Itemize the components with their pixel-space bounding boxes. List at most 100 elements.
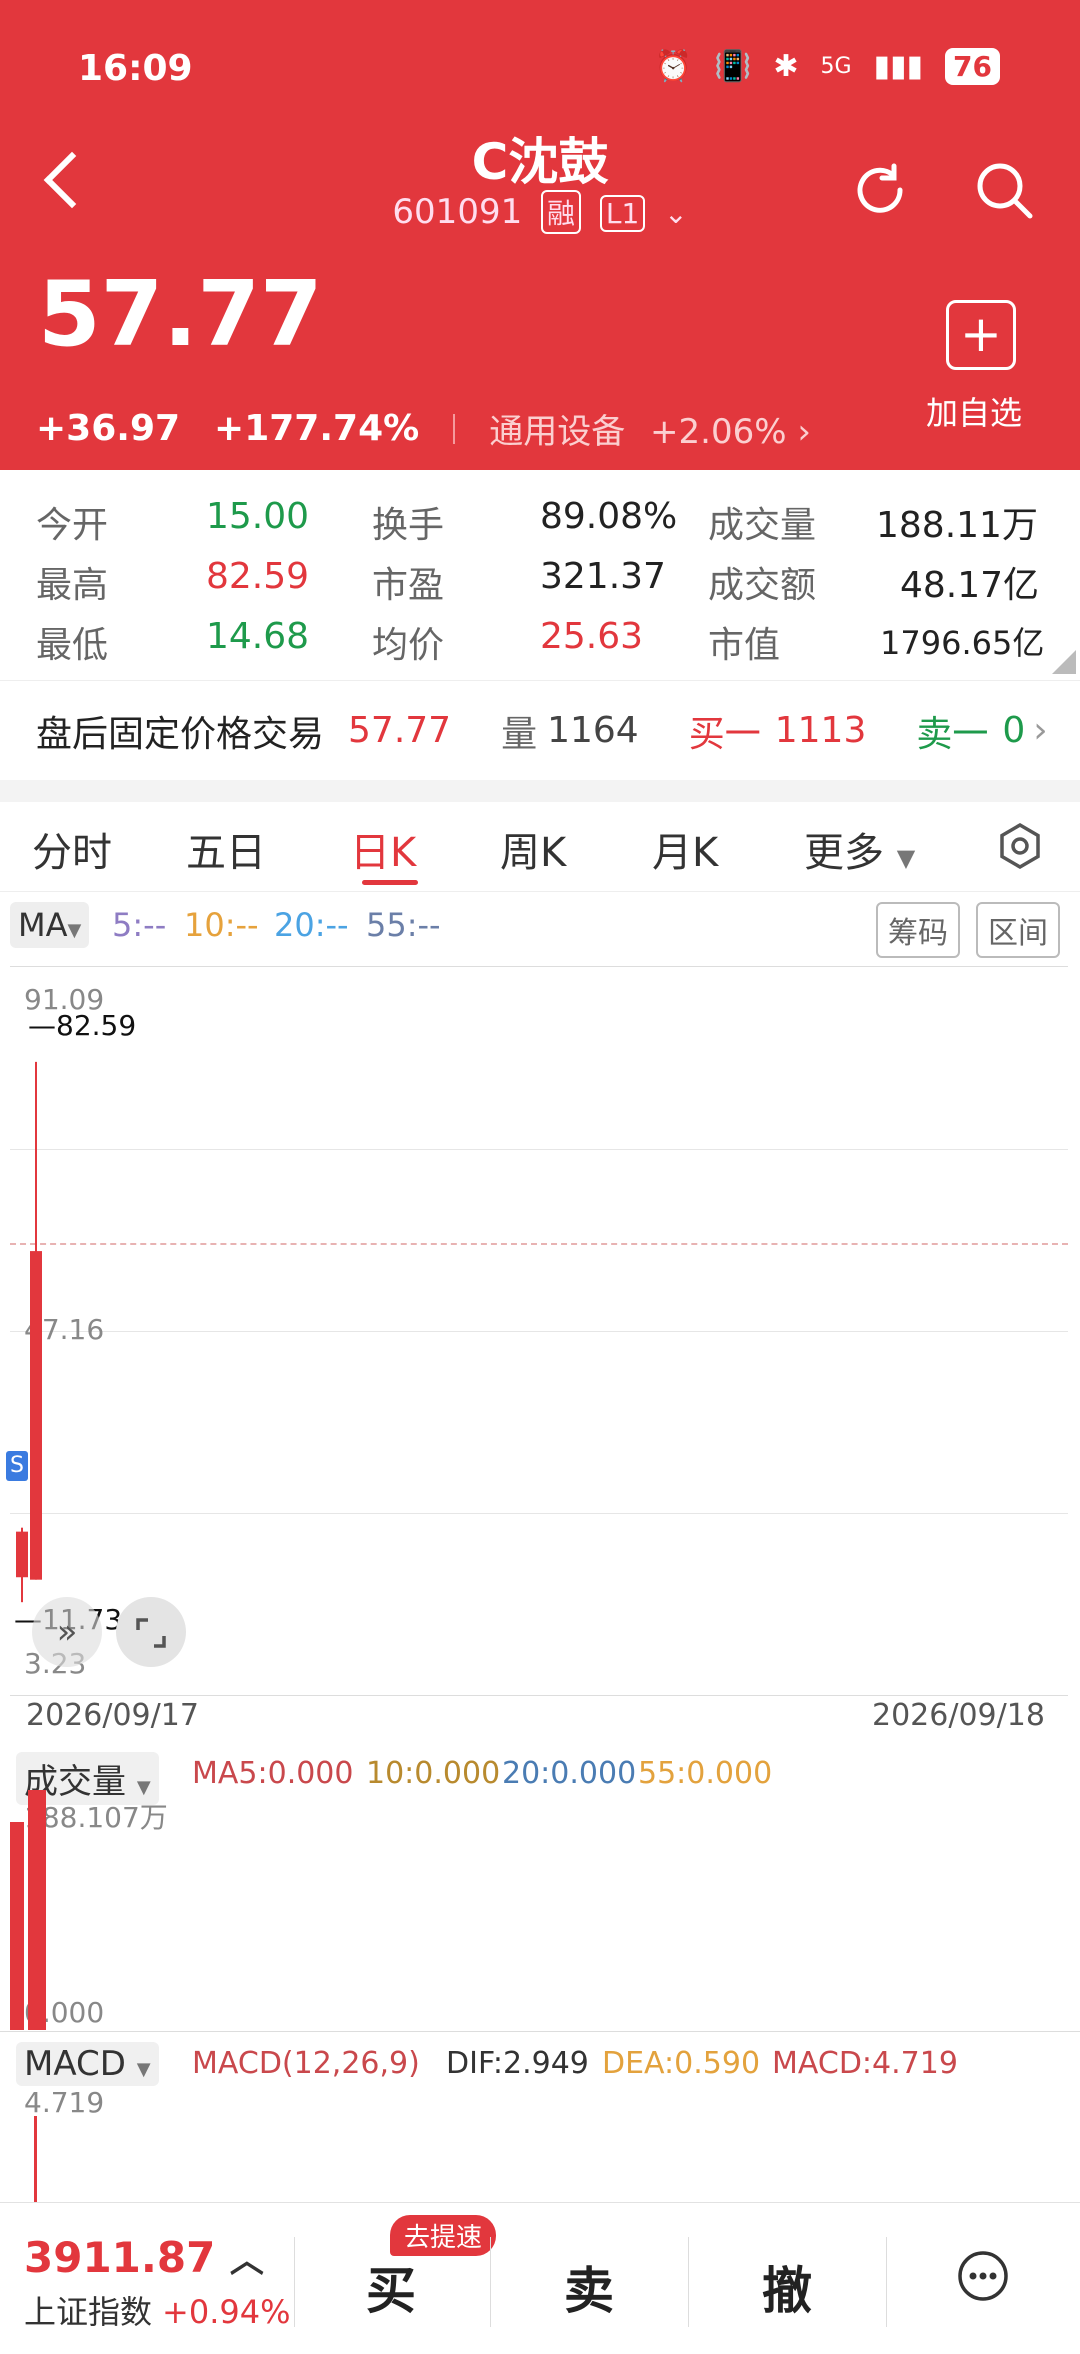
divider — [688, 2237, 689, 2327]
pe-value: 321.37 — [540, 556, 666, 597]
fullscreen-icon[interactable] — [116, 1597, 186, 1667]
ma-label: MA — [18, 906, 68, 944]
battery-indicator: 76 — [945, 48, 1000, 85]
caret-down-icon: ▼ — [136, 1777, 151, 1798]
tab-daily-k[interactable]: 日K — [350, 820, 416, 878]
range-button[interactable]: 区间 — [976, 902, 1060, 958]
expand-corner-icon[interactable] — [1052, 650, 1076, 674]
price-change-pct: +177.74% — [214, 408, 420, 449]
vol-ma10: 10:0.000 — [366, 1756, 501, 1791]
chevron-down-icon: ⌄ — [664, 197, 688, 230]
pe-label: 市盈 — [372, 565, 445, 606]
sell-button[interactable]: 卖 — [564, 2251, 614, 2323]
bluetooth-icon: ✱ — [773, 49, 799, 84]
chart-tabs: 分时 五日 日K 周K 月K 更多 ▼ — [0, 802, 1080, 892]
macd-params: MACD(12,26,9) — [192, 2046, 420, 2081]
more-icon[interactable] — [956, 2249, 1010, 2303]
candle-body — [16, 1531, 28, 1578]
bid-value: 1113 — [774, 710, 867, 751]
ma-selector[interactable]: MA▼ — [10, 902, 90, 948]
high-label: 最高 — [36, 565, 109, 606]
turnover-value: 89.08% — [540, 496, 678, 537]
amount-label: 成交额 — [708, 565, 817, 606]
current-price: 57.77 — [38, 262, 323, 367]
postmarket-price: 57.77 — [348, 710, 452, 751]
active-tab-indicator — [362, 880, 418, 885]
divider — [490, 2237, 491, 2327]
fast-forward-icon[interactable]: » — [32, 1597, 102, 1667]
signal-label: 5G — [820, 54, 852, 79]
add-watchlist-button[interactable]: + — [946, 300, 1016, 370]
vol-ma20: 20:0.000 — [502, 1756, 637, 1791]
macd-value: MACD:4.719 — [772, 2046, 958, 2081]
mcap-value: 1796.65亿 — [880, 624, 1045, 662]
stock-code: 601091 — [392, 192, 523, 232]
index-name: 上证指数 — [24, 2293, 153, 2331]
index-value-text: 3911.87 — [24, 2233, 216, 2282]
margin-tag: 融 — [541, 190, 582, 234]
amount-value: 48.17亿 — [900, 565, 1040, 606]
tab-more[interactable]: 更多 ▼ — [804, 820, 915, 878]
divider — [886, 2237, 887, 2327]
ma20-value: 20:-- — [274, 906, 349, 944]
tab-weekly-k[interactable]: 周K — [500, 820, 566, 878]
postmarket-label: 盘后固定价格交易 — [36, 713, 325, 755]
index-value: 3911.87 ︿ — [24, 2233, 264, 2282]
chip-distribution-button[interactable]: 筹码 — [876, 902, 960, 958]
high-value: 82.59 — [206, 556, 310, 597]
postmarket-vol-label: 量 — [501, 713, 538, 755]
ma55-value: 55:-- — [366, 906, 441, 944]
macd-selector[interactable]: MACD ▼ — [16, 2042, 159, 2086]
cancel-order-button[interactable]: 撤 — [762, 2251, 812, 2323]
mcap-label: 市值 — [708, 625, 781, 666]
tab-intraday[interactable]: 分时 — [32, 820, 112, 878]
status-icons: ⏰ 📳 ✱ 5G ▮▮▮ 76 — [655, 48, 1000, 85]
refresh-icon[interactable] — [848, 158, 912, 222]
tab-monthly-k[interactable]: 月K — [652, 820, 718, 878]
ma5-value: 5:-- — [112, 906, 167, 944]
candles — [16, 1061, 42, 1603]
volume-bar — [28, 1790, 46, 2030]
macd-dif: DIF:2.949 — [446, 2046, 589, 2081]
kline-chart[interactable]: 91.09 47.16 3.23 —82.59 —11.73 S » — [6, 966, 1068, 1696]
add-watchlist-label[interactable]: 加自选 — [926, 388, 1022, 434]
index-pct: +0.94% — [162, 2293, 291, 2331]
settings-icon[interactable] — [996, 822, 1044, 870]
industry-name: 通用设备 — [489, 412, 626, 452]
vol-ma55: 55:0.000 — [638, 1756, 773, 1791]
section-divider — [0, 780, 1080, 802]
ma-indicator-row: MA▼ 5:-- 10:-- 20:-- 55:-- 筹码 区间 — [0, 892, 1080, 964]
tab-more-label: 更多 — [804, 830, 884, 876]
stock-code-row[interactable]: 601091 融 L1 ⌄ — [0, 190, 1080, 234]
caret-down-icon: ▼ — [896, 844, 916, 872]
candle-body — [30, 1251, 42, 1580]
macd-panel[interactable]: MACD ▼ MACD(12,26,9) DIF:2.949 DEA:0.590… — [0, 2032, 1080, 2202]
open-value: 15.00 — [206, 496, 310, 537]
vol-ma5: MA5:0.000 — [192, 1756, 354, 1791]
search-icon[interactable] — [972, 158, 1036, 222]
high-marker-value: 82.59 — [56, 1009, 137, 1042]
chevron-right-icon: › — [1033, 710, 1048, 751]
quote-stats: 今开 15.00 最高 82.59 最低 14.68 换手 89.08% 市盈 … — [0, 470, 1080, 680]
status-time: 16:09 — [78, 48, 193, 89]
buy-button[interactable]: 买 — [366, 2251, 416, 2323]
speed-up-badge[interactable]: 去提速 — [390, 2215, 497, 2256]
low-label: 最低 — [36, 625, 109, 666]
stock-name: C沈鼓 — [471, 133, 609, 191]
volume-label: 成交量 — [708, 505, 817, 546]
alarm-icon: ⏰ — [654, 49, 692, 84]
volume-panel[interactable]: 成交量 ▼ MA5:0.000 10:0.000 20:0.000 55:0.0… — [0, 1742, 1080, 2032]
caret-down-icon: ▼ — [136, 2059, 151, 2080]
postmarket-vol: 1164 — [547, 710, 639, 751]
tab-five-day[interactable]: 五日 — [186, 820, 266, 878]
ask-label: 卖一 — [916, 713, 989, 755]
date-left: 2026/09/17 — [26, 1698, 199, 1733]
sell-signal-marker[interactable]: S — [6, 1451, 28, 1481]
ma10-value: 10:-- — [184, 906, 259, 944]
date-right: 2026/09/18 — [872, 1698, 1045, 1733]
index-name-row: 上证指数 +0.94% — [24, 2287, 290, 2333]
industry-link[interactable]: 通用设备 +2.06% › — [489, 404, 811, 453]
volume-value: 188.11万 — [876, 505, 1038, 546]
volume-bar — [10, 1822, 24, 2030]
postmarket-row[interactable]: 盘后固定价格交易 57.77 量 1164 买一 1113 卖一 0 › — [0, 680, 1080, 780]
